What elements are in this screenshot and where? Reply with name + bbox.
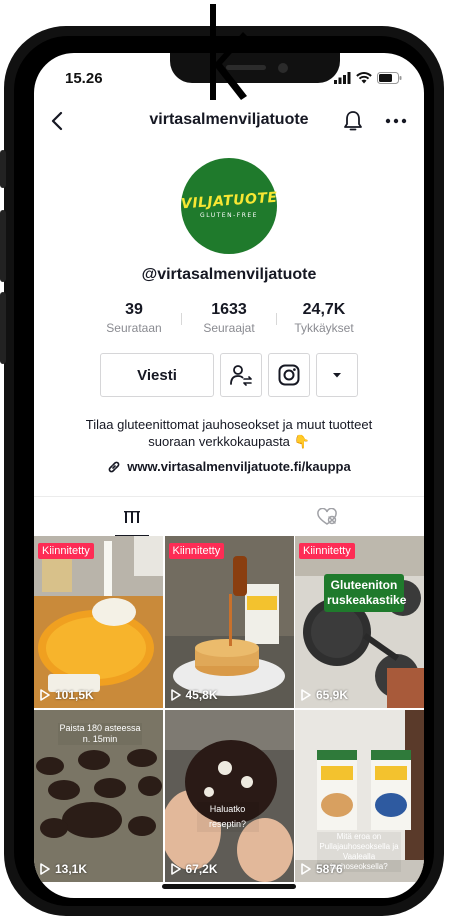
avatar-brand-text: VILJATUOTE [180,189,278,213]
video-thumbnail-image [164,536,294,708]
profile-actions: Viesti [34,353,424,397]
caret-down-icon [333,373,341,378]
bio-link-text: www.virtasalmenviljatuote.fi/kauppa [127,459,351,474]
video-thumbnail-image [164,710,294,882]
tab-videos[interactable] [34,497,229,537]
video-thumbnail[interactable]: Kiinnitetty 45,8K [164,536,294,708]
signal-icon [334,72,351,84]
home-indicator[interactable] [162,884,296,889]
video-caption-overlay: Paista 180 asteessa n. 15min [58,723,142,745]
avatar[interactable]: VILJATUOTE GLUTEN-FREE [180,158,278,254]
play-icon [301,863,311,875]
divider [276,313,277,325]
status-time: 15.26 [65,70,103,87]
view-count: 13,1K [40,862,87,876]
tab-liked[interactable] [229,497,424,537]
stat-label: Seurataan [106,321,162,335]
pinned-badge: Kiinnitetty [299,543,355,559]
follow-button[interactable] [220,353,262,397]
view-count: 67,2K [170,862,218,876]
stat-value: 39 [125,301,143,318]
view-count-text: 45,8K [185,688,218,702]
play-icon [40,863,50,875]
stat-value: 1633 [211,301,247,318]
bio-link[interactable]: www.virtasalmenviljatuote.fi/kauppa [34,459,424,474]
video-thumbnail[interactable]: Haluatko reseptin? 67,2K [164,710,294,882]
notch [170,53,340,83]
video-grid: Kiinnitetty 101,5K Kiinnitetty 45,8K Kii… [34,536,424,882]
view-count-text: 13,1K [55,862,88,876]
instagram-button[interactable] [268,353,310,397]
stat-value: 24,7K [302,301,346,318]
grid-icon [123,511,140,523]
view-count-text: 101,5K [55,688,94,702]
view-count-text: 67,2K [185,862,218,876]
side-button [0,150,6,188]
volume-down-button [0,292,6,364]
battery-icon [377,72,402,84]
stat-likes[interactable]: 24,7K Tykkäykset [284,301,364,335]
view-count: 101,5K [40,688,94,702]
bell-icon[interactable] [342,109,364,133]
heart-hidden-icon [316,508,337,525]
stat-following[interactable]: 39 Seurataan [94,301,174,335]
video-thumbnail[interactable]: Mitä eroa on Pullajauhoseoksella ja Vaal… [295,710,424,882]
phone-screen: 15.26 virtasalmenviljatuote VILJATUOTE G… [34,53,424,898]
page-title: virtasalmenviljatuote [149,111,309,128]
instagram-icon [278,364,300,386]
view-count: 5876 [301,862,343,876]
view-count: 45,8K [170,688,218,702]
stat-followers[interactable]: 1633 Seuraajat [189,301,269,335]
profile-handle: @virtasalmenviljatuote [141,266,317,283]
video-thumbnail[interactable]: Paista 180 asteessa n. 15min 13,1K [34,710,163,882]
profile-bio: Tilaa gluteenittomat jauhoseokset ja muu… [54,416,404,450]
bio-line: suoraan verkkokaupasta 👇 [148,434,310,449]
view-count-text: 5876 [316,862,343,876]
video-thumbnail-image [295,536,424,708]
view-count-text: 65,9K [316,688,349,702]
link-icon [108,461,120,472]
more-options-button[interactable] [316,353,358,397]
user-swap-icon [230,365,252,386]
page: 15.26 virtasalmenviljatuote VILJATUOTE G… [0,0,449,922]
message-button[interactable]: Viesti [100,353,214,397]
video-thumbnail-image [34,536,163,708]
pinned-badge: Kiinnitetty [38,543,94,559]
pinned-badge: Kiinnitetty [168,543,225,559]
wifi-icon [356,72,372,84]
play-icon [301,689,311,701]
more-icon[interactable] [384,109,408,133]
play-icon [40,689,50,701]
video-thumbnail[interactable]: Kiinnitetty Gluteeniton ruskeakastike 65… [295,536,424,708]
profile-stats: 39 Seurataan 1633 Seuraajat 24,7K Tykkäy… [94,301,364,335]
view-count: 65,9K [301,688,348,702]
video-thumbnail[interactable]: Kiinnitetty 101,5K [34,536,163,708]
bio-line: Tilaa gluteenittomat jauhoseokset ja muu… [85,417,373,432]
avatar-sub-text: GLUTEN-FREE [200,212,258,219]
divider [181,313,182,325]
play-icon [170,863,181,875]
stat-label: Tykkäykset [294,321,354,335]
video-caption-overlay: Gluteeniton ruskeakastike [324,574,406,612]
volume-up-button [0,210,6,282]
video-caption-overlay: Haluatko reseptin? [196,802,259,832]
profile-header: virtasalmenviljatuote [34,107,424,137]
play-icon [170,689,181,701]
marker-icon [210,4,247,100]
content-tabs [34,496,424,537]
stat-label: Seuraajat [203,321,255,335]
